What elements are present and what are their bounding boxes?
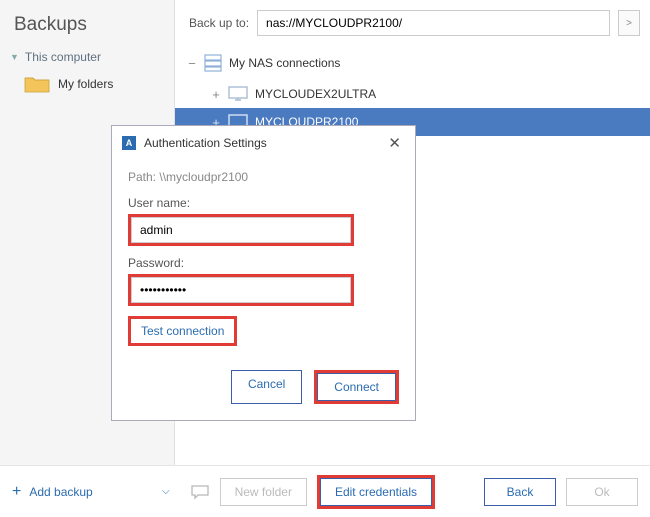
username-input[interactable] bbox=[131, 217, 351, 243]
nas-item-mycloudex2ultra[interactable]: + MYCLOUDEX2ULTRA bbox=[211, 80, 650, 108]
add-backup-label: Add backup bbox=[29, 485, 92, 499]
chevron-down-icon[interactable]: ⌵ bbox=[162, 486, 170, 497]
authentication-dialog: A Authentication Settings ✕ Path: \\mycl… bbox=[111, 125, 416, 421]
nas-root-node[interactable]: − My NAS connections bbox=[175, 50, 650, 80]
highlight-username bbox=[128, 214, 354, 246]
highlight-connect: Connect bbox=[314, 370, 399, 404]
expand-icon[interactable]: + bbox=[211, 87, 221, 102]
ok-button[interactable]: Ok bbox=[566, 478, 638, 506]
sidebar-root-node[interactable]: ▼ This computer bbox=[0, 46, 174, 68]
cancel-button[interactable]: Cancel bbox=[231, 370, 302, 404]
connect-button[interactable]: Connect bbox=[317, 373, 396, 401]
folder-icon bbox=[24, 74, 50, 94]
nas-item-label: MYCLOUDEX2ULTRA bbox=[255, 87, 376, 101]
highlight-password bbox=[128, 274, 354, 306]
add-backup-button[interactable]: + Add backup bbox=[12, 483, 152, 501]
chevron-down-icon: ▼ bbox=[10, 52, 19, 62]
highlight-edit-credentials: Edit credentials bbox=[317, 475, 435, 509]
path-expand-button[interactable]: > bbox=[618, 10, 640, 36]
dialog-path: Path: \\mycloudpr2100 bbox=[128, 170, 399, 184]
monitor-icon bbox=[227, 85, 249, 103]
back-button[interactable]: Back bbox=[484, 478, 556, 506]
dialog-titlebar: A Authentication Settings ✕ bbox=[112, 126, 415, 160]
password-input[interactable] bbox=[131, 277, 351, 303]
sidebar-item-my-folders[interactable]: My folders bbox=[0, 68, 174, 100]
edit-credentials-button[interactable]: Edit credentials bbox=[320, 478, 432, 506]
username-label: User name: bbox=[128, 196, 399, 210]
page-title: Backups bbox=[0, 10, 174, 46]
comment-icon[interactable] bbox=[190, 484, 210, 500]
backup-path-input[interactable] bbox=[257, 10, 610, 36]
dialog-title: Authentication Settings bbox=[144, 136, 376, 150]
plus-icon: + bbox=[12, 483, 21, 501]
chevron-right-icon: > bbox=[626, 18, 632, 29]
close-icon[interactable]: ✕ bbox=[384, 134, 405, 152]
test-connection-link[interactable]: Test connection bbox=[131, 319, 234, 343]
app-icon: A bbox=[122, 136, 136, 150]
backup-to-label: Back up to: bbox=[189, 16, 249, 30]
password-label: Password: bbox=[128, 256, 399, 270]
collapse-icon[interactable]: − bbox=[187, 56, 197, 71]
nas-icon bbox=[203, 54, 223, 72]
nas-root-label: My NAS connections bbox=[229, 56, 340, 70]
dialog-buttons: Cancel Connect bbox=[112, 360, 415, 420]
sidebar-root-label: This computer bbox=[25, 50, 101, 64]
sidebar-item-label: My folders bbox=[58, 77, 113, 91]
topbar: Back up to: > bbox=[175, 0, 650, 46]
bottombar: + Add backup ⌵ New folder Edit credentia… bbox=[0, 465, 650, 517]
highlight-test-connection: Test connection bbox=[128, 316, 237, 346]
new-folder-button[interactable]: New folder bbox=[220, 478, 307, 506]
